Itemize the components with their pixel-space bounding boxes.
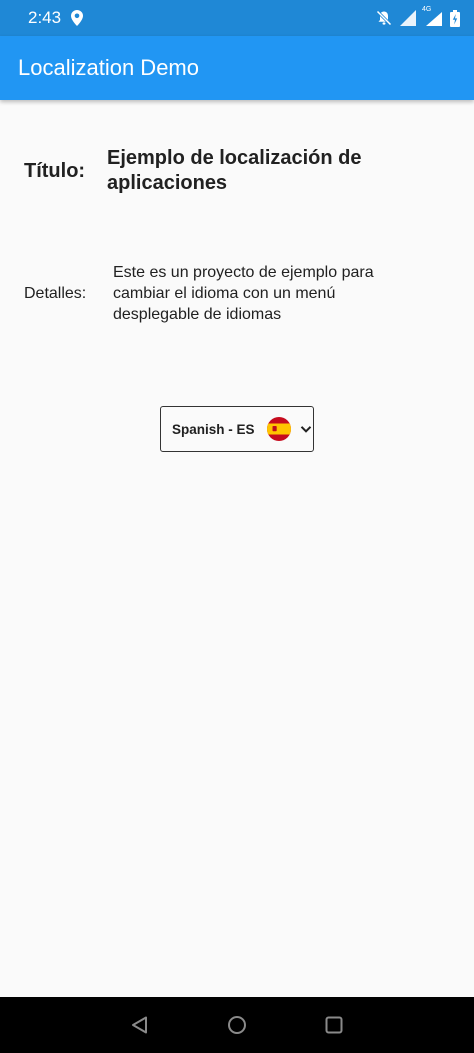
nav-recents-button[interactable]: [286, 997, 383, 1053]
language-dropdown-value: Spanish - ES: [172, 421, 255, 437]
home-circle-icon: [227, 1015, 247, 1035]
app-title: Localization Demo: [18, 55, 199, 80]
spain-flag-icon: [266, 417, 291, 441]
recents-square-icon: [324, 1015, 344, 1035]
app-bar: Localization Demo: [0, 36, 474, 100]
status-bar: 2:43 4G: [0, 0, 474, 36]
title-value: Ejemplo de localización de aplicaciones: [107, 147, 362, 194]
status-time: 2:43: [28, 8, 62, 27]
battery-charging-icon: [450, 9, 460, 27]
back-triangle-icon: [130, 1015, 150, 1035]
language-dropdown[interactable]: Spanish - ES: [160, 406, 314, 452]
status-left: 2:43: [28, 8, 84, 28]
nav-home-button[interactable]: [189, 997, 286, 1053]
cellular-signal-icon: 4G: [422, 6, 442, 26]
network-type-label: 4G: [422, 6, 432, 13]
title-label: Título:: [24, 159, 86, 182]
wifi-signal-icon: [400, 10, 416, 26]
title-row: Título: Ejemplo de localización de aplic…: [24, 146, 454, 196]
chevron-down-icon: [299, 422, 313, 436]
details-value: Este es un proyecto de ejemplo para camb…: [113, 264, 374, 323]
details-row: Detalles: Este es un proyecto de ejemplo…: [24, 262, 454, 325]
details-label: Detalles:: [24, 284, 87, 302]
nav-back-button[interactable]: [92, 997, 189, 1053]
navigation-bar: [0, 997, 474, 1053]
notifications-off-icon: [376, 10, 392, 26]
location-icon: [71, 10, 84, 26]
status-right: 4G: [376, 6, 460, 27]
